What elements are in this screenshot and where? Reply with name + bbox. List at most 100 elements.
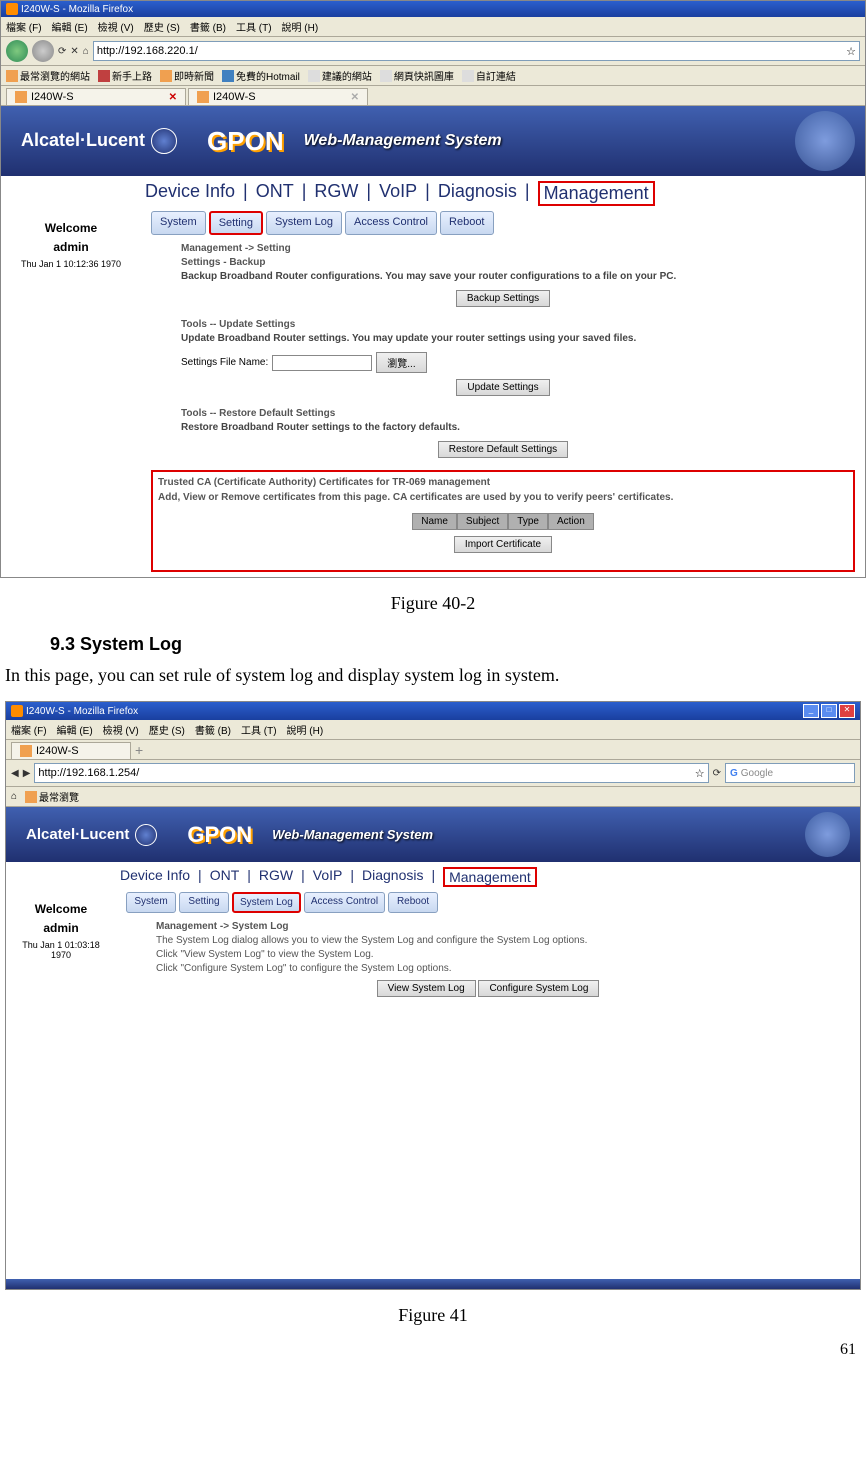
menu-bookmarks[interactable]: 書籤 (B)	[190, 19, 226, 34]
backup-settings-button[interactable]: Backup Settings	[456, 290, 550, 307]
subtab-access-control[interactable]: Access Control	[345, 211, 437, 235]
menu-file[interactable]: 檔案 (F)	[11, 722, 47, 737]
view-system-log-button[interactable]: View System Log	[377, 980, 476, 997]
screenshot-2: I240W-S - Mozilla Firefox _ □ ✕ 檔案 (F) 編…	[5, 701, 861, 1290]
subtab-setting[interactable]: Setting	[179, 892, 229, 913]
subtab-system[interactable]: System	[151, 211, 206, 235]
star-icon[interactable]: ☆	[846, 45, 856, 58]
menu-file[interactable]: 檔案 (F)	[6, 19, 42, 34]
brand-logo: Alcatel·Lucent	[21, 128, 177, 154]
window-title: I240W-S - Mozilla Firefox	[21, 4, 133, 15]
subtab-access-control[interactable]: Access Control	[304, 892, 385, 913]
subtab-reboot[interactable]: Reboot	[388, 892, 438, 913]
browse-button[interactable]: 瀏覽...	[376, 352, 426, 373]
home-icon[interactable]: ⌂	[83, 46, 89, 57]
banner: Alcatel·Lucent GPON Web-Management Syste…	[6, 807, 860, 862]
star-icon[interactable]: ☆	[695, 767, 705, 780]
bookmark-item[interactable]: 最常瀏覽的網站	[6, 68, 90, 83]
subtab-reboot[interactable]: Reboot	[440, 211, 493, 235]
tab-rgw[interactable]: RGW	[259, 867, 293, 887]
subtab-setting[interactable]: Setting	[209, 211, 263, 235]
forward-button[interactable]: ▶	[23, 768, 31, 779]
update-settings-button[interactable]: Update Settings	[456, 379, 549, 396]
bookmark-icon	[98, 70, 110, 82]
menu-tools[interactable]: 工具 (T)	[241, 722, 277, 737]
browser-tab[interactable]: I240W-S	[11, 742, 131, 759]
tab-voip[interactable]: VoIP	[379, 181, 417, 206]
bookmark-item[interactable]: 最常瀏覽	[25, 789, 79, 804]
menu-tools[interactable]: 工具 (T)	[236, 19, 272, 34]
tab-ont[interactable]: ONT	[210, 867, 240, 887]
close-button[interactable]: ✕	[839, 704, 855, 718]
file-input[interactable]	[272, 355, 372, 371]
address-bar[interactable]: http://192.168.1.254/ ☆	[34, 763, 708, 783]
syslog-desc2: Click "View System Log" to view the Syst…	[126, 949, 850, 960]
menu-edit[interactable]: 編輯 (E)	[57, 722, 93, 737]
menu-view[interactable]: 檢視 (V)	[98, 19, 134, 34]
window-title: I240W-S - Mozilla Firefox	[26, 706, 138, 717]
minimize-button[interactable]: _	[803, 704, 819, 718]
bookmark-icon	[160, 70, 172, 82]
home-icon[interactable]: ⌂	[11, 791, 17, 802]
file-label: Settings File Name:	[181, 357, 268, 368]
tab-diagnosis[interactable]: Diagnosis	[438, 181, 517, 206]
date-label: Thu Jan 1 10:12:36 1970	[6, 259, 136, 269]
reload-icon[interactable]: ⟳	[713, 768, 721, 779]
bookmark-icon	[222, 70, 234, 82]
tab-voip[interactable]: VoIP	[313, 867, 343, 887]
subtab-system-log[interactable]: System Log	[266, 211, 342, 235]
menu-help[interactable]: 說明 (H)	[287, 722, 324, 737]
breadcrumb: Management -> System Log	[126, 921, 850, 932]
import-certificate-button[interactable]: Import Certificate	[454, 536, 552, 553]
bookmark-item[interactable]: 網頁快訊圖庫	[380, 68, 454, 83]
subtab-system-log[interactable]: System Log	[232, 892, 301, 913]
new-tab-button[interactable]: +	[135, 742, 143, 759]
section-title: Tools -- Restore Default Settings	[151, 408, 855, 419]
menu-bookmarks[interactable]: 書籤 (B)	[195, 722, 231, 737]
syslog-desc3: Click "Configure System Log" to configur…	[126, 963, 850, 974]
forward-button[interactable]	[32, 40, 54, 62]
menu-history[interactable]: 歷史 (S)	[144, 19, 180, 34]
tab-diagnosis[interactable]: Diagnosis	[362, 867, 423, 887]
nav-toolbar: ⟳ ✕ ⌂ http://192.168.220.1/ ☆	[1, 37, 865, 66]
maximize-button[interactable]: □	[821, 704, 837, 718]
bookmark-item[interactable]: 自訂連結	[462, 68, 516, 83]
layout: Welcome admin Thu Jan 1 10:12:36 1970 Sy…	[1, 211, 865, 577]
browser-tab[interactable]: I240W-S✕	[6, 88, 186, 105]
tab-rgw[interactable]: RGW	[314, 181, 358, 206]
address-bar[interactable]: http://192.168.220.1/ ☆	[93, 41, 860, 61]
close-tab-icon[interactable]: ✕	[169, 92, 177, 103]
bookmark-item[interactable]: 即時新聞	[160, 68, 214, 83]
subtab-system[interactable]: System	[126, 892, 176, 913]
firefox-icon	[11, 705, 23, 717]
browser-tab[interactable]: I240W-S✕	[188, 88, 368, 105]
tab-device-info[interactable]: Device Info	[120, 867, 190, 887]
back-button[interactable]	[6, 40, 28, 62]
url-text: http://192.168.220.1/	[97, 45, 198, 57]
stop-icon[interactable]: ✕	[70, 46, 78, 57]
bookmark-item[interactable]: 免費的Hotmail	[222, 68, 300, 83]
search-box[interactable]: G Google	[725, 763, 855, 783]
tab-ont[interactable]: ONT	[256, 181, 294, 206]
bookmark-item[interactable]: 建議的網站	[308, 68, 372, 83]
nav-toolbar: ◀ ▶ http://192.168.1.254/ ☆ ⟳ G Google	[6, 760, 860, 787]
page-content: Alcatel·Lucent GPON Web-Management Syste…	[1, 106, 865, 577]
restore-default-button[interactable]: Restore Default Settings	[438, 441, 568, 458]
bookmark-item[interactable]: 新手上路	[98, 68, 152, 83]
tab-management[interactable]: Management	[443, 867, 537, 887]
menu-help[interactable]: 說明 (H)	[282, 19, 319, 34]
brand-icon	[151, 128, 177, 154]
menu-history[interactable]: 歷史 (S)	[149, 722, 185, 737]
tab-management[interactable]: Management	[538, 181, 655, 206]
url-text: http://192.168.1.254/	[38, 767, 139, 779]
menu-view[interactable]: 檢視 (V)	[103, 722, 139, 737]
menu-edit[interactable]: 編輯 (E)	[52, 19, 88, 34]
reload-icon[interactable]: ⟳	[58, 46, 66, 57]
tab-device-info[interactable]: Device Info	[145, 181, 235, 206]
back-button[interactable]: ◀	[11, 768, 19, 779]
subtitle: Web-Management System	[304, 132, 502, 150]
configure-system-log-button[interactable]: Configure System Log	[478, 980, 599, 997]
layout: Welcome admin Thu Jan 1 01:03:18 1970 Sy…	[6, 892, 860, 1279]
close-tab-icon[interactable]: ✕	[351, 92, 359, 103]
main-tabs: Device Info| ONT| RGW| VoIP| Diagnosis| …	[6, 862, 860, 892]
